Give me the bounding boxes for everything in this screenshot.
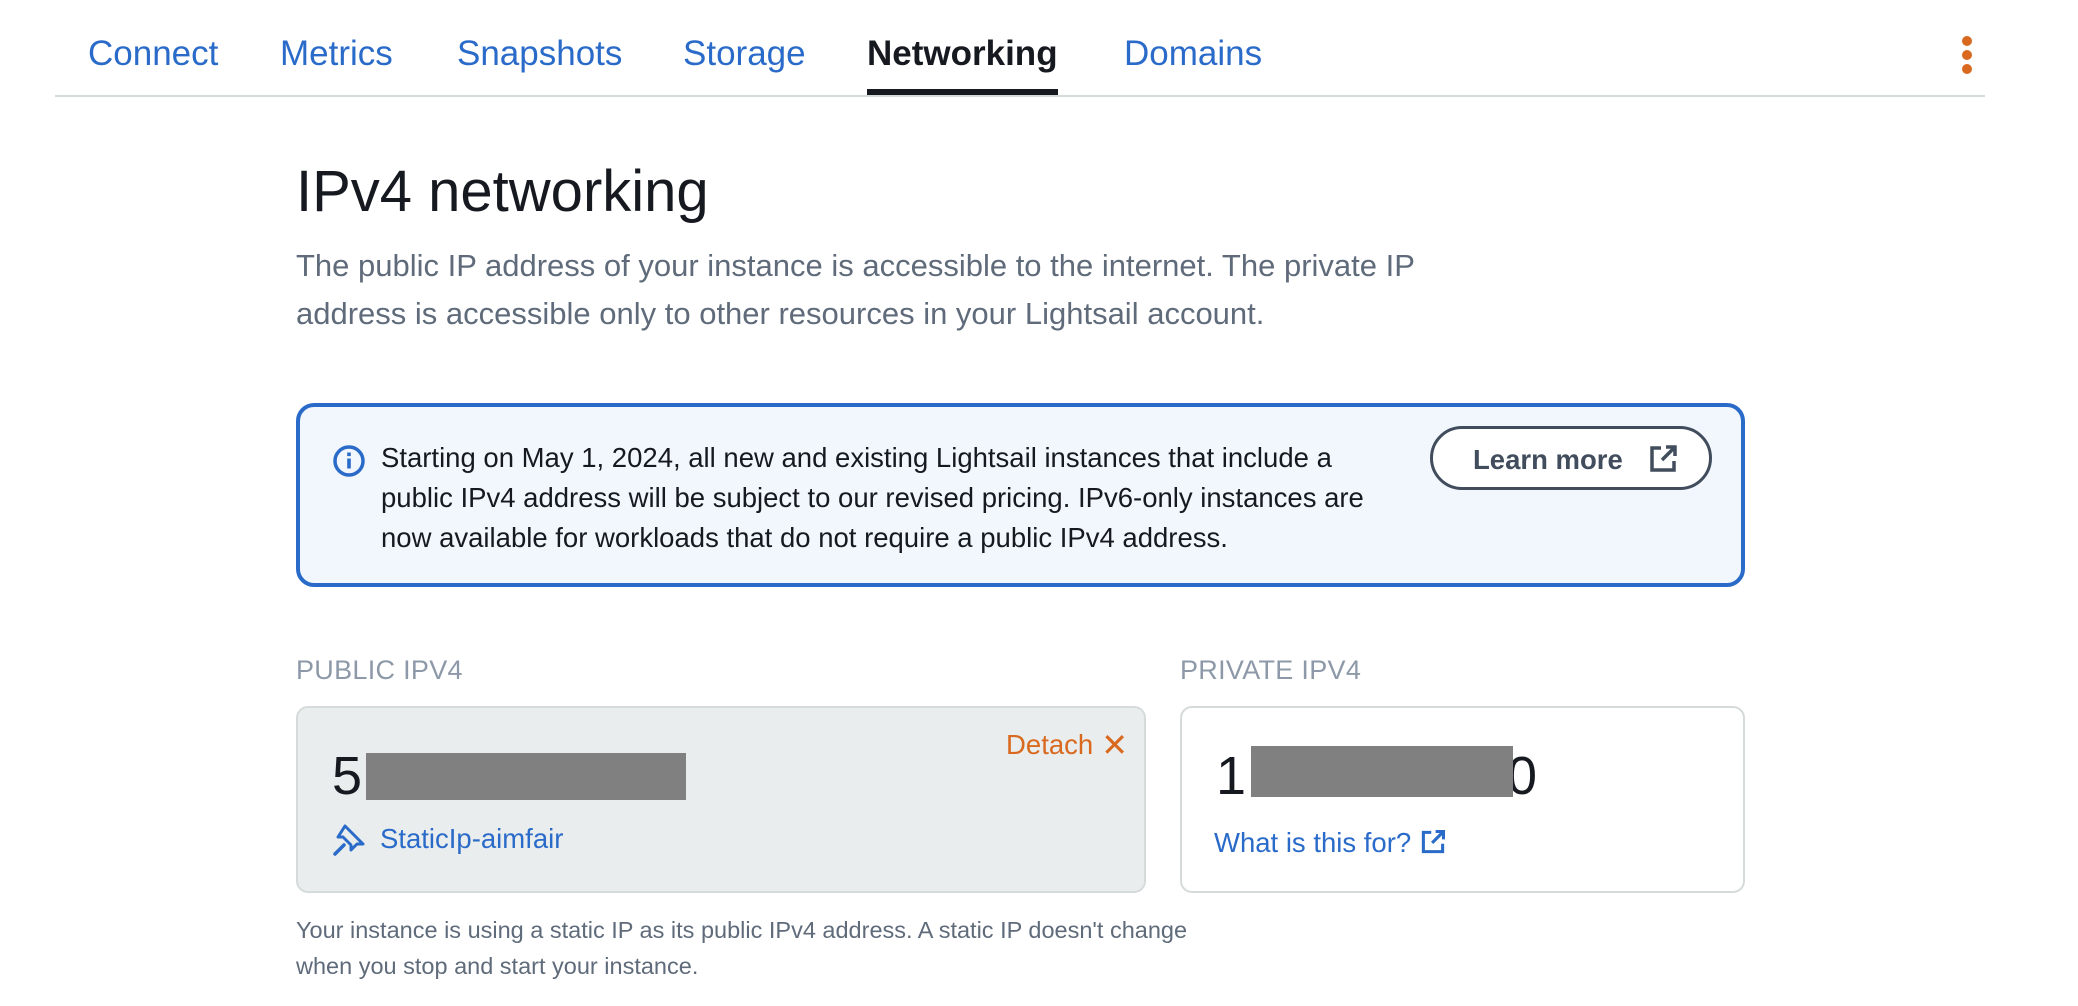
- external-link-icon: [1422, 829, 1446, 854]
- page-title: IPv4 networking: [296, 159, 709, 224]
- info-icon: [333, 445, 365, 477]
- page-description: The public IP address of your instance i…: [296, 248, 1415, 331]
- what-is-this-for-label: What is this for?: [1214, 827, 1412, 858]
- tab-storage[interactable]: Storage: [683, 34, 806, 74]
- banner-message: Starting on May 1, 2024, all new and exi…: [381, 442, 1364, 553]
- more-actions-icon[interactable]: [1959, 36, 1975, 76]
- redaction-box: [1251, 746, 1513, 797]
- public-ipv4-card: Detach✕ 566 StaticIp-aimfair: [296, 706, 1146, 893]
- detach-label: Detach: [1006, 729, 1094, 760]
- static-ip-link[interactable]: StaticIp-aimfair: [332, 823, 564, 856]
- tab-snapshots[interactable]: Snapshots: [457, 34, 622, 74]
- redaction-box: [366, 753, 686, 800]
- tab-networking[interactable]: Networking: [867, 34, 1058, 95]
- what-is-this-for-link[interactable]: What is this for?: [1214, 827, 1447, 859]
- pin-icon: [333, 824, 365, 856]
- close-icon: ✕: [1101, 727, 1128, 763]
- tab-bar: Connect Metrics Snapshots Storage Networ…: [55, 0, 1985, 97]
- private-ip-prefix: 1: [1216, 746, 1248, 806]
- public-ip-prefix: 5: [332, 746, 364, 806]
- tab-connect[interactable]: Connect: [88, 34, 218, 74]
- learn-more-button[interactable]: Learn more: [1430, 426, 1712, 490]
- private-ipv4-label: PRIVATE IPV4: [1180, 655, 1362, 685]
- learn-more-label: Learn more: [1473, 444, 1623, 475]
- public-ipv4-label: PUBLIC IPV4: [296, 655, 463, 685]
- detach-button[interactable]: Detach ✕: [1006, 726, 1128, 764]
- static-ip-name: StaticIp-aimfair: [380, 823, 564, 854]
- tab-domains[interactable]: Domains: [1124, 34, 1262, 74]
- static-ip-help-text: Your instance is using a static IP as it…: [296, 917, 1188, 979]
- private-ipv4-card: 10 What is this for?: [1180, 706, 1745, 893]
- tab-metrics[interactable]: Metrics: [280, 34, 393, 74]
- external-link-icon: [1650, 445, 1677, 472]
- pricing-info-banner: Starting on May 1, 2024, all new and exi…: [296, 403, 1745, 587]
